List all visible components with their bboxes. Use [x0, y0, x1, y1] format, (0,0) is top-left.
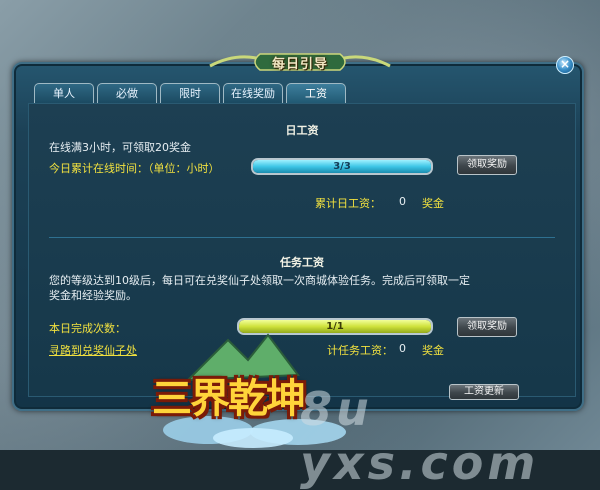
daily-wage-description: 在线满3小时，可领取20奖金: [49, 141, 191, 154]
tab-required[interactable]: 必做: [97, 83, 157, 103]
tab-online-reward[interactable]: 在线奖励: [223, 83, 283, 103]
task-wage-description-line1: 您的等级达到10级后，每日可在兑奖仙子处领取一次商城体验任务。完成后可领取一定: [49, 274, 470, 287]
task-wage-description-line2: 奖金和经验奖励。: [49, 289, 137, 302]
tab-limited[interactable]: 限时: [160, 83, 220, 103]
task-claim-button[interactable]: 领取奖励: [457, 317, 517, 337]
tab-wage[interactable]: 工资: [286, 83, 346, 103]
task-wage-title: 任务工资: [280, 256, 324, 269]
daily-total-label: 累计日工资：: [315, 197, 381, 210]
daily-total-value: 0: [399, 195, 406, 208]
daily-claim-button[interactable]: 领取奖励: [457, 155, 517, 175]
daily-total-unit: 奖金: [422, 197, 444, 210]
daily-progress-bar: 3/3: [251, 158, 433, 175]
close-button[interactable]: ×: [556, 56, 574, 74]
window-title: 每日引导: [271, 57, 328, 72]
task-progress-label: 本日完成次数：: [49, 322, 126, 335]
pathfind-link[interactable]: 寻路到兑奖仙子处: [49, 342, 137, 358]
tab-single[interactable]: 单人: [34, 83, 94, 103]
daily-progress-label: 今日累计在线时间：（单位：小时）: [49, 162, 220, 175]
daily-progress-text: 3/3: [333, 161, 351, 172]
site-watermark: 8u yxs.com: [300, 382, 540, 490]
section-divider: [49, 237, 555, 238]
logo-text: 三界乾坤: [152, 376, 306, 422]
task-total-unit: 奖金: [422, 344, 444, 357]
tab-bar: 单人 必做 限时 在线奖励 工资: [34, 83, 346, 103]
daily-wage-title: 日工资: [285, 124, 319, 137]
task-total-value: 0: [399, 342, 406, 355]
